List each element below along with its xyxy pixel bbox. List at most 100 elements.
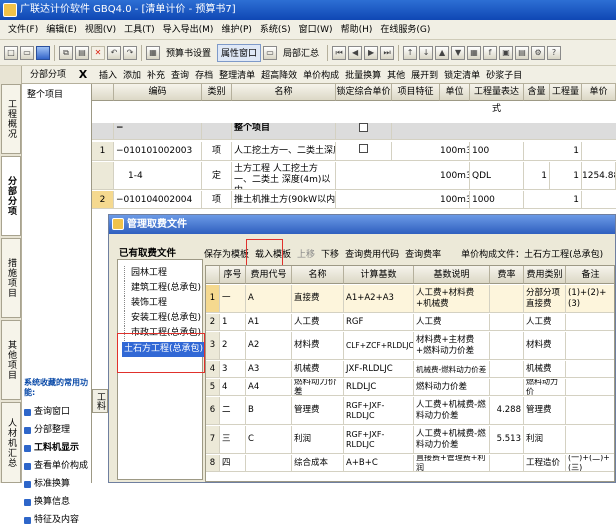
grid-header-features: 项目特征 — [392, 84, 440, 101]
cell-rate — [490, 285, 524, 312]
settings-icon[interactable]: ⚙ — [531, 45, 546, 60]
open-folder-icon[interactable]: ▭ — [20, 45, 34, 60]
menu-maintain[interactable]: 维护(P) — [217, 21, 255, 39]
table-row[interactable]: 5 4 A4 燃料动力价差 RLDLJC 燃料动力价差 燃料动力价 — [206, 379, 614, 396]
insert-button[interactable]: 插入 — [96, 68, 120, 81]
table-row[interactable]: 8 四 综合成本 A+B+C 直接费+管理费+利润 工程造价 (一)+(二)+(… — [206, 455, 614, 472]
new-file-icon[interactable]: □ — [4, 45, 18, 60]
move-down-button[interactable]: 下移 — [318, 247, 342, 260]
budget-setting-button[interactable]: 预算书设置 — [162, 44, 215, 62]
expand-to-button[interactable]: 展开到 — [408, 68, 441, 81]
other-button[interactable]: 其他 — [384, 68, 408, 81]
favorite-features-content[interactable]: 特征及内容 — [24, 512, 79, 528]
move-up-icon[interactable]: ↑ — [403, 45, 418, 60]
cell-category: 管理费 — [524, 397, 566, 424]
tree-root-whole-project[interactable]: 整个项目 — [25, 88, 66, 102]
supplement-button[interactable]: 补充 — [144, 68, 168, 81]
fx-icon[interactable]: f — [483, 45, 498, 60]
menu-import-export[interactable]: 导入导出(M) — [159, 21, 218, 39]
undo-icon[interactable]: ↶ — [107, 45, 121, 60]
partial-summary-button[interactable]: 局部汇总 — [279, 44, 323, 62]
height-reduction-button[interactable]: 超高降效 — [258, 68, 300, 81]
menu-tools[interactable]: 工具(T) — [120, 21, 159, 39]
lock-checkbox[interactable] — [359, 144, 368, 153]
side-tab-sub-items[interactable]: 分部分项 — [1, 156, 21, 236]
favorite-standard-conversion[interactable]: 标准换算 — [24, 476, 70, 492]
menu-window[interactable]: 窗口(W) — [295, 21, 337, 39]
property-window-button[interactable]: 属性窗口 — [217, 43, 262, 62]
down-arrow-icon[interactable]: ▼ — [451, 45, 466, 60]
first-icon[interactable]: ⏮ — [332, 45, 347, 60]
cell-rownum: 1 — [92, 142, 114, 160]
save-as-template-button[interactable]: 保存为模板 — [201, 247, 252, 260]
query-rate-button[interactable]: 查询费率 — [402, 247, 444, 260]
move-down-icon[interactable]: ↓ — [419, 45, 434, 60]
favorite-sort-sections[interactable]: 分部整理 — [24, 422, 70, 438]
add-button[interactable]: 添加 — [120, 68, 144, 81]
delete-icon[interactable]: ✕ — [91, 45, 105, 60]
next-icon[interactable]: ▶ — [364, 45, 379, 60]
menu-online[interactable]: 在线服务(G) — [376, 21, 434, 39]
table-row[interactable]: 1-4 定 土方工程 人工挖土方 一、二类土 深度(4m)以内 100m3 QD… — [92, 162, 616, 190]
organize-list-button[interactable]: 整理清单 — [216, 68, 258, 81]
table-row[interactable]: − 整个项目 — [92, 123, 616, 140]
table-row[interactable]: 4 3 A3 机械费 JXF-RLDLJC 机械费-燃料动力价差 机械费 — [206, 361, 614, 378]
fee-file-installation[interactable]: 安装工程(总承包) — [124, 311, 201, 326]
lock-checkbox[interactable] — [359, 123, 368, 132]
collapse-toggle[interactable]: − — [114, 123, 202, 139]
batch-conversion-button[interactable]: 批量换算 — [342, 68, 384, 81]
title-bar: 广联达计价软件 GBQ4.0 - [清单计价 - 预算书7] — [0, 0, 616, 20]
move-up-button[interactable]: 上移 — [294, 247, 318, 260]
calculator-icon[interactable]: ▣ — [499, 45, 514, 60]
book-icon[interactable]: ▤ — [515, 45, 530, 60]
help-icon[interactable]: ? — [547, 45, 562, 60]
table-row[interactable]: 1 −010101002003 项 人工挖土方一、二类土深度4m以内 100m3… — [92, 142, 616, 161]
table-row[interactable]: 2 −010104002004 项 推土机推土方(90kW以内)运距20m以内 … — [92, 191, 616, 209]
table-row[interactable]: 1 一 A 直接费 A1+A2+A3 人工费+材料费+机械费 分部分项直接费 (… — [206, 285, 614, 313]
save-icon[interactable] — [36, 45, 50, 60]
cell-seq: 4 — [220, 379, 246, 395]
cell-rate: 5.513 — [490, 426, 524, 453]
table-row[interactable]: 6 二 B 管理费 RGF+JXF-RLDLJC 人工费+机械费-燃料动力价差 … — [206, 397, 614, 425]
favorite-query-window[interactable]: 查询窗口 — [24, 404, 70, 420]
mortar-sub-item-button[interactable]: 砂浆子目 — [483, 68, 525, 81]
archive-button[interactable]: 存档 — [192, 68, 216, 81]
cell-base-desc: 人工费+机械费-燃料动力价差 — [414, 426, 490, 453]
side-tab-measures[interactable]: 措施项目 — [1, 238, 21, 318]
lock-list-button[interactable]: 锁定清单 — [441, 68, 483, 81]
fee-file-decoration[interactable]: 装饰工程 — [124, 296, 167, 311]
table-row[interactable]: 7 三 C 利润 RGF+JXF-RLDLJC 人工费+机械费-燃料动力价差 5… — [206, 426, 614, 454]
fee-file-landscape[interactable]: 园林工程 — [124, 266, 167, 281]
cell-code: C — [246, 426, 292, 453]
copy-icon[interactable]: ⧉ — [59, 45, 73, 60]
table-row[interactable]: 3 2 A2 材料费 CLF+ZCF+RLDLJC 材料费+主材费+燃料动力价差… — [206, 332, 614, 360]
cell-code: B — [246, 397, 292, 424]
redo-icon[interactable]: ↷ — [123, 45, 137, 60]
side-tab-labor-material-summary[interactable]: 人材机汇总 — [1, 402, 21, 483]
table-row[interactable]: 2 1 A1 人工费 RGF 人工费 人工费 — [206, 314, 614, 331]
side-tab-other-items[interactable]: 其他项目 — [1, 320, 21, 400]
favorite-show-labor-material[interactable]: 工料机显示 — [24, 440, 79, 456]
fee-file-building[interactable]: 建筑工程(总承包) — [124, 281, 201, 296]
menu-system[interactable]: 系统(S) — [256, 21, 295, 39]
unit-price-button[interactable]: 单价构成 — [300, 68, 342, 81]
query-button[interactable]: 查询 — [168, 68, 192, 81]
last-icon[interactable]: ⏭ — [380, 45, 395, 60]
fee-header-rate: 费率(%) — [490, 266, 524, 298]
paste-icon[interactable]: ▤ — [75, 45, 89, 60]
favorite-conversion-info[interactable]: 换算信息 — [24, 494, 70, 510]
bottom-tab-labor-material[interactable]: 工料 — [92, 389, 108, 413]
dialog-title: 管理取费文件 — [109, 215, 615, 234]
menu-view[interactable]: 视图(V) — [81, 21, 120, 39]
favorite-view-unit-price[interactable]: 查看单价构成 — [24, 458, 88, 474]
menu-help[interactable]: 帮助(H) — [337, 21, 377, 39]
close-icon[interactable]: X — [76, 66, 90, 84]
menu-edit[interactable]: 编辑(E) — [42, 21, 81, 39]
query-fee-code-button[interactable]: 查询费用代码 — [342, 247, 402, 260]
grid-icon[interactable]: ▦ — [467, 45, 482, 60]
cell-code: A2 — [246, 332, 292, 359]
previous-icon[interactable]: ◀ — [348, 45, 363, 60]
up-arrow-icon[interactable]: ▲ — [435, 45, 450, 60]
menu-file[interactable]: 文件(F) — [4, 21, 42, 39]
side-tab-project-overview[interactable]: 工程概况 — [1, 84, 21, 154]
